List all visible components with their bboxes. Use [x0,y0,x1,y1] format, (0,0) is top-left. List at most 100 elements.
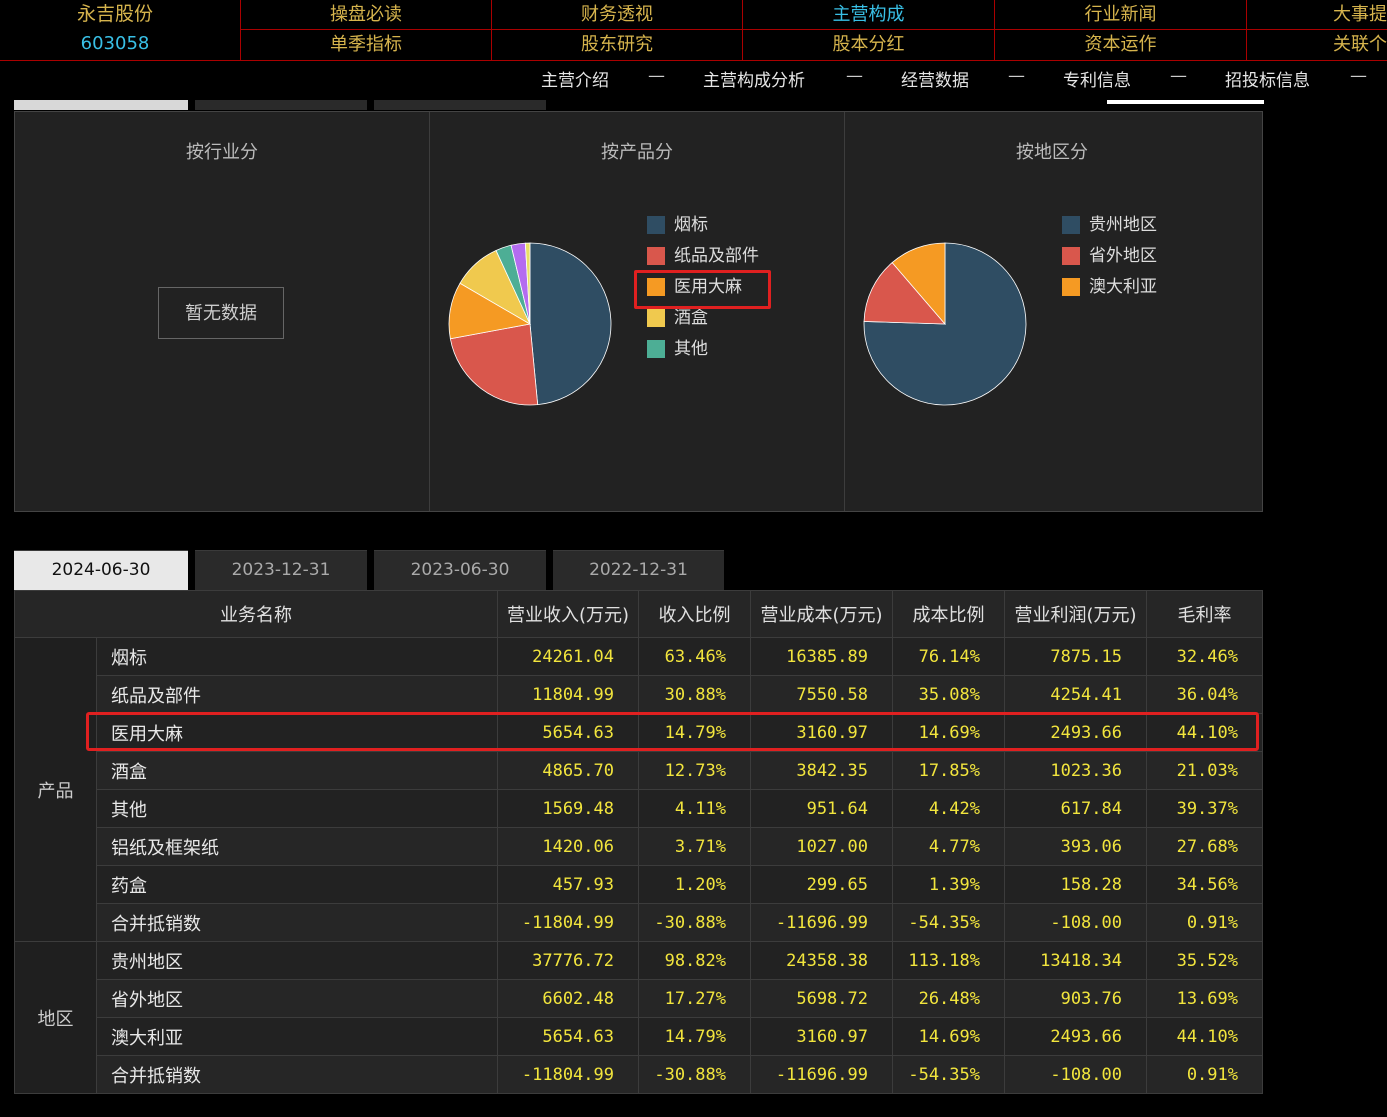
nav-item-caiwu[interactable]: 财务透视 [492,0,742,29]
col-header-revenue-ratio[interactable]: 收入比例 [638,590,751,638]
nav-item-guanlian[interactable]: 关联个 [1247,30,1387,59]
composition-charts-panel: 按行业分 暂无数据 按产品分 烟标 纸品及部件 医用大麻 酒盒 其他 按地区分 … [14,111,1263,512]
subnav-operating-data[interactable]: 经营数据 [901,66,969,91]
cell-cost-ratio: 113.18% [892,941,1005,980]
cell-cost-ratio: 76.14% [892,637,1005,676]
nav-item-danji[interactable]: 单季指标 [241,30,491,59]
nav-item-gudong[interactable]: 股东研究 [492,30,742,59]
subnav-zhuying-intro[interactable]: 主营介绍 [541,66,609,91]
subnav-zhuying-analysis[interactable]: 主营构成分析 [703,66,805,91]
table-row[interactable]: 省外地区 6602.48 17.27% 5698.72 26.48% 903.76 13.6… [15,979,1263,1018]
table-row[interactable]: 纸品及部件 11804.99 30.88% 7550.58 35.08% 4254.41 3… [15,675,1263,714]
cell-profit: 158.28 [1004,865,1147,904]
nav-item-ziben[interactable]: 资本运作 [995,30,1246,59]
no-data-label: 暂无数据 [158,287,284,339]
legend-item-jiuhe[interactable]: 酒盒 [647,308,708,328]
col-header-cost[interactable]: 营业成本(万元) [750,590,893,638]
legend-label: 省外地区 [1089,246,1157,266]
cell-cost: 951.64 [750,789,893,828]
product-pie-chart[interactable] [447,241,613,407]
table-row[interactable]: 地区 贵州地区 37776.72 98.82% 24358.38 113.18% 13418… [14,941,1263,1094]
cell-revenue-ratio: 63.46% [638,637,751,676]
cell-business-name: 合并抵销数 [96,903,498,942]
cell-business-name: 澳大利亚 [96,1017,498,1056]
top-nav: 永吉股份 603058 操盘必读 财务透视 主营构成 行业新闻 大事提 单季指标… [0,0,1387,61]
col-header-profit[interactable]: 营业利润(万元) [1004,590,1147,638]
cell-profit: 7875.15 [1004,637,1147,676]
table-row[interactable]: 合并抵销数 -11804.99 -30.88% -11696.99 -54.35% -10… [15,903,1263,942]
cell-cost-ratio: 17.85% [892,751,1005,790]
legend-item-shengwai[interactable]: 省外地区 [1062,246,1157,266]
tab-2024-06-30[interactable]: 2024-06-30 [14,550,188,590]
cell-cost-ratio: 4.42% [892,789,1005,828]
cell-profit: 2493.66 [1004,1017,1147,1056]
cell-revenue-ratio: 30.88% [638,675,751,714]
col-header-business[interactable]: 业务名称 [14,590,498,638]
panel-divider [429,112,430,511]
cell-gross-margin: 13.69% [1146,979,1263,1018]
cell-gross-margin: 39.37% [1146,789,1263,828]
legend-item-guizhou[interactable]: 贵州地区 [1062,215,1157,235]
tab-2023-12-31[interactable]: 2023-12-31 [195,550,367,590]
subnav-patent[interactable]: 专利信息 [1063,66,1131,91]
table-row[interactable]: 产品 烟标 24261.04 63.46% 16385.89 76.14% 7875.15 3… [14,637,1263,942]
cell-revenue: 6602.48 [497,979,639,1018]
cell-gross-margin: 44.10% [1146,713,1263,752]
region-pie-chart[interactable] [862,241,1028,407]
cell-revenue: 11804.99 [497,675,639,714]
col-header-revenue[interactable]: 营业收入(万元) [497,590,639,638]
nav-item-caopan[interactable]: 操盘必读 [241,0,491,29]
nav-item-guben[interactable]: 股本分红 [743,30,994,59]
legend-swatch [1062,278,1080,296]
cell-cost: -11696.99 [750,1055,893,1094]
cell-cost: -11696.99 [750,903,893,942]
legend-item-yanbiao[interactable]: 烟标 [647,215,708,235]
cell-cost: 3160.97 [750,1017,893,1056]
stock-code[interactable]: 603058 [0,29,230,58]
cell-revenue: -11804.99 [497,903,639,942]
scrolled-tab [14,100,188,110]
subnav-bidding[interactable]: 招投标信息 [1225,66,1310,91]
table-row[interactable]: 药盒 457.93 1.20% 299.65 1.39% 158.28 34.56% [15,865,1263,904]
cell-revenue-ratio: 3.71% [638,827,751,866]
table-header-row: 业务名称 营业收入(万元) 收入比例 营业成本(万元) 成本比例 营业利润(万元… [14,590,1263,638]
subnav-separator: — [1170,66,1187,86]
col-header-cost-ratio[interactable]: 成本比例 [892,590,1005,638]
nav-item-dashi[interactable]: 大事提 [1247,0,1387,29]
pie-slice[interactable] [529,242,612,406]
cell-revenue: 24261.04 [497,637,639,676]
table-row[interactable]: 铝纸及框架纸 1420.06 3.71% 1027.00 4.77% 393.06 27.6… [15,827,1263,866]
table-row[interactable]: 酒盒 4865.70 12.73% 3842.35 17.85% 1023.36 21.03… [15,751,1263,790]
cell-business-name: 合并抵销数 [96,1055,498,1094]
legend-swatch [1062,216,1080,234]
legend-item-zhipin[interactable]: 纸品及部件 [647,246,759,266]
product-panel-title: 按产品分 [601,142,673,163]
legend-item-australia[interactable]: 澳大利亚 [1062,277,1157,297]
cell-cost-ratio: 26.48% [892,979,1005,1018]
group-label: 产品 [14,637,97,942]
cell-business-name: 其他 [96,789,498,828]
legend-label: 酒盒 [674,308,708,328]
cell-profit: 903.76 [1004,979,1147,1018]
nav-item-zhuying[interactable]: 主营构成 [743,0,994,29]
legend-swatch [647,309,665,327]
nav-item-hangye[interactable]: 行业新闻 [995,0,1246,29]
tab-2023-06-30[interactable]: 2023-06-30 [374,550,546,590]
table-row[interactable]: 合并抵销数 -11804.99 -30.88% -11696.99 -54.35% -10… [15,1055,1263,1094]
legend-label: 澳大利亚 [1089,277,1157,297]
cell-cost-ratio: 1.39% [892,865,1005,904]
subnav-separator: — [648,66,665,86]
subnav-separator: — [1008,66,1025,86]
cell-revenue: 1569.48 [497,789,639,828]
cell-revenue-ratio: -30.88% [638,903,751,942]
cell-cost: 24358.38 [750,941,893,980]
table-row[interactable]: 澳大利亚 5654.63 14.79% 3160.97 14.69% 2493.66 44.… [15,1017,1263,1056]
tab-2022-12-31[interactable]: 2022-12-31 [553,550,724,590]
cell-cost: 3842.35 [750,751,893,790]
table-row[interactable]: 医用大麻 5654.63 14.79% 3160.97 14.69% 2493.66 44.… [15,713,1263,752]
cell-business-name: 药盒 [96,865,498,904]
legend-item-qita[interactable]: 其他 [647,339,708,359]
stock-name[interactable]: 永吉股份 [0,0,230,29]
col-header-gross-margin[interactable]: 毛利率 [1146,590,1263,638]
table-row[interactable]: 其他 1569.48 4.11% 951.64 4.42% 617.84 39.37% [15,789,1263,828]
